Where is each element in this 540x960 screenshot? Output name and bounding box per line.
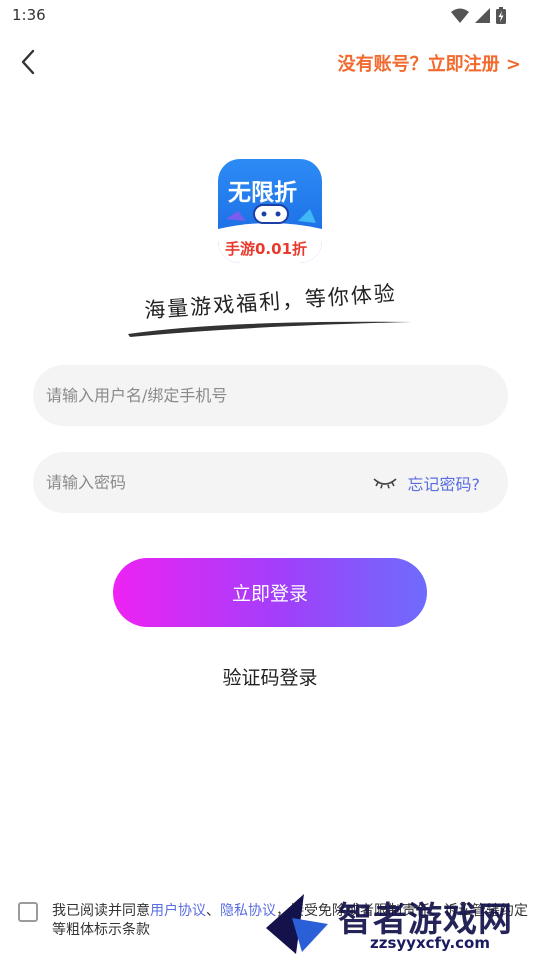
back-button[interactable] xyxy=(12,46,44,78)
privacy-agreement-link[interactable]: 隐私协议 xyxy=(220,903,276,919)
agreement-prefix: 我已阅读并同意 xyxy=(52,903,150,919)
eye-closed-icon xyxy=(372,477,397,489)
register-link[interactable]: 没有账号？立即注册 > xyxy=(338,50,521,76)
password-field: 忘记密码? xyxy=(33,452,508,513)
agreement-separator: 、 xyxy=(206,903,220,919)
forgot-password-link[interactable]: 忘记密码? xyxy=(408,471,481,495)
user-agreement-link[interactable]: 用户协议 xyxy=(150,903,206,919)
logo-title: 无限折 xyxy=(228,180,297,206)
login-button[interactable]: 立即登录 xyxy=(113,558,427,627)
top-nav: 没有账号？立即注册 > xyxy=(0,40,540,84)
toggle-password-visibility[interactable] xyxy=(370,468,400,498)
slogan: 海量游戏福利，等你体验 xyxy=(126,280,416,340)
battery-icon xyxy=(496,7,506,24)
brush-stroke xyxy=(128,321,412,337)
status-time: 1:36 xyxy=(12,6,46,24)
username-field xyxy=(33,365,508,426)
username-input[interactable] xyxy=(33,365,508,426)
status-bar: 1:36 xyxy=(0,0,540,32)
wifi-icon xyxy=(451,8,469,23)
password-input[interactable] xyxy=(33,452,370,513)
agreement-checkbox[interactable] xyxy=(18,902,38,922)
sms-login-link[interactable]: 验证码登录 xyxy=(0,663,540,690)
chevron-left-icon xyxy=(21,49,35,75)
app-logo: 无限折 手游0.01折 xyxy=(218,159,322,263)
agreement-text: 我已阅读并同意用户协议、隐私协议，接受免除或者限制责任、诉讼管辖约定等粗体标示条… xyxy=(52,902,528,940)
signal-icon xyxy=(475,8,490,23)
status-icons xyxy=(451,7,506,24)
logo-subtitle: 手游0.01折 xyxy=(225,240,308,258)
agreement: 我已阅读并同意用户协议、隐私协议，接受免除或者限制责任、诉讼管辖约定等粗体标示条… xyxy=(18,900,528,948)
